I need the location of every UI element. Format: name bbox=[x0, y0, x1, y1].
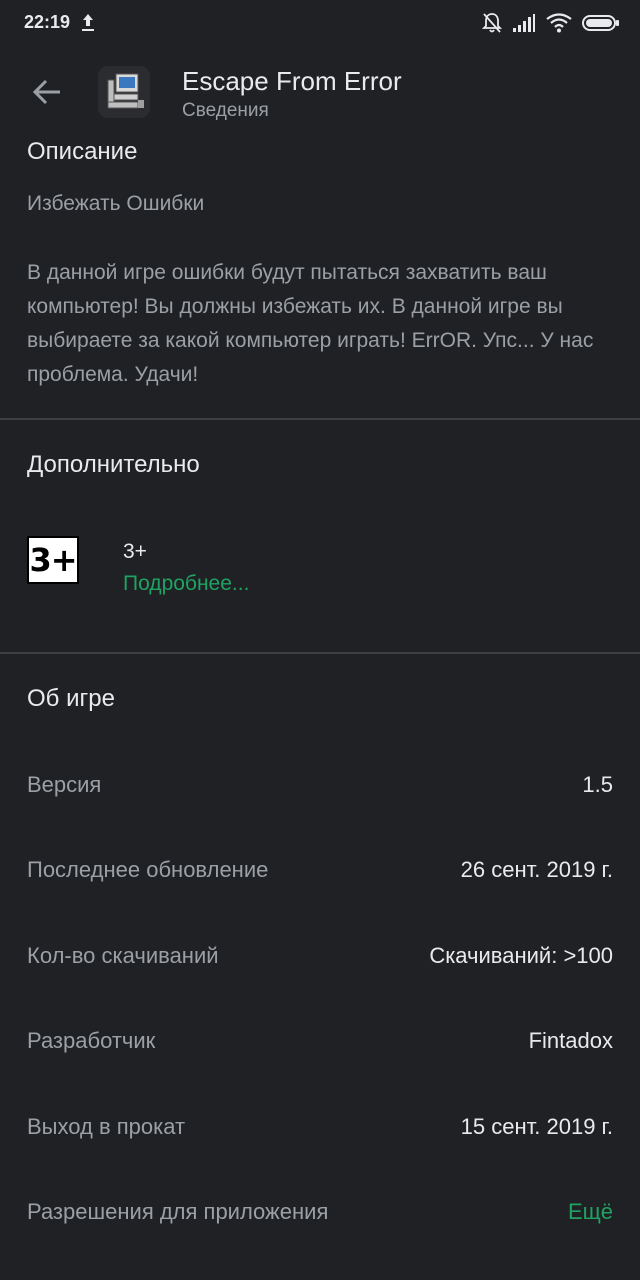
description-heading: Описание bbox=[27, 138, 138, 165]
description-long: В данной игре ошибки будут пытаться захв… bbox=[27, 261, 594, 386]
rating-details-link[interactable]: Подробнее... bbox=[123, 572, 249, 596]
wifi-icon bbox=[546, 13, 572, 38]
about-heading: Об игре bbox=[27, 685, 115, 712]
divider bbox=[0, 652, 640, 654]
info-label: Кол-во скачиваний bbox=[27, 943, 219, 968]
info-row-downloads: Кол-во скачиваний Скачиваний: >100 bbox=[27, 936, 613, 976]
info-row-permissions[interactable]: Разрешения для приложения Ещё bbox=[27, 1192, 613, 1232]
info-value: 1.5 bbox=[582, 772, 613, 797]
battery-icon bbox=[582, 14, 620, 37]
info-value: 15 сент. 2019 г. bbox=[460, 1114, 613, 1139]
age-rating-value: 3+ bbox=[123, 540, 147, 563]
app-subtitle: Сведения bbox=[182, 100, 269, 121]
info-label: Последнее обновление bbox=[27, 857, 269, 882]
signal-icon bbox=[512, 13, 536, 38]
info-label: Разрешения для приложения bbox=[27, 1199, 329, 1224]
description-short: Избежать Ошибки bbox=[27, 192, 205, 215]
info-row-last-update: Последнее обновление 26 сент. 2019 г. bbox=[27, 850, 613, 890]
back-arrow-icon bbox=[32, 79, 62, 110]
info-row-developer: Разработчик Fintadox bbox=[27, 1021, 613, 1061]
divider bbox=[0, 418, 640, 420]
app-header: Escape From Error Сведения bbox=[0, 46, 640, 142]
info-value: Скачиваний: >100 bbox=[429, 943, 613, 968]
app-title: Escape From Error bbox=[182, 66, 402, 96]
info-row-version: Версия 1.5 bbox=[27, 765, 613, 805]
info-label: Версия bbox=[27, 772, 102, 797]
back-button[interactable] bbox=[24, 74, 70, 114]
age-rating-badge: 3+ bbox=[27, 536, 79, 584]
permissions-more-link[interactable]: Ещё bbox=[568, 1199, 613, 1225]
info-label: Выход в прокат bbox=[27, 1114, 186, 1139]
info-row-release-date: Выход в прокат 15 сент. 2019 г. bbox=[27, 1107, 613, 1147]
info-value: Fintadox bbox=[528, 1028, 613, 1053]
age-rating-badge-text: 3+ bbox=[29, 541, 77, 579]
additional-heading: Дополнительно bbox=[27, 451, 200, 478]
app-computer-icon bbox=[98, 66, 150, 118]
bell-off-icon bbox=[481, 12, 503, 39]
status-time: 22:19 bbox=[24, 12, 71, 32]
upload-icon bbox=[80, 11, 96, 38]
status-bar: 22:19 bbox=[0, 0, 640, 46]
status-icons bbox=[481, 12, 620, 39]
info-value: 26 сент. 2019 г. bbox=[460, 857, 613, 882]
info-label: Разработчик bbox=[27, 1028, 156, 1053]
